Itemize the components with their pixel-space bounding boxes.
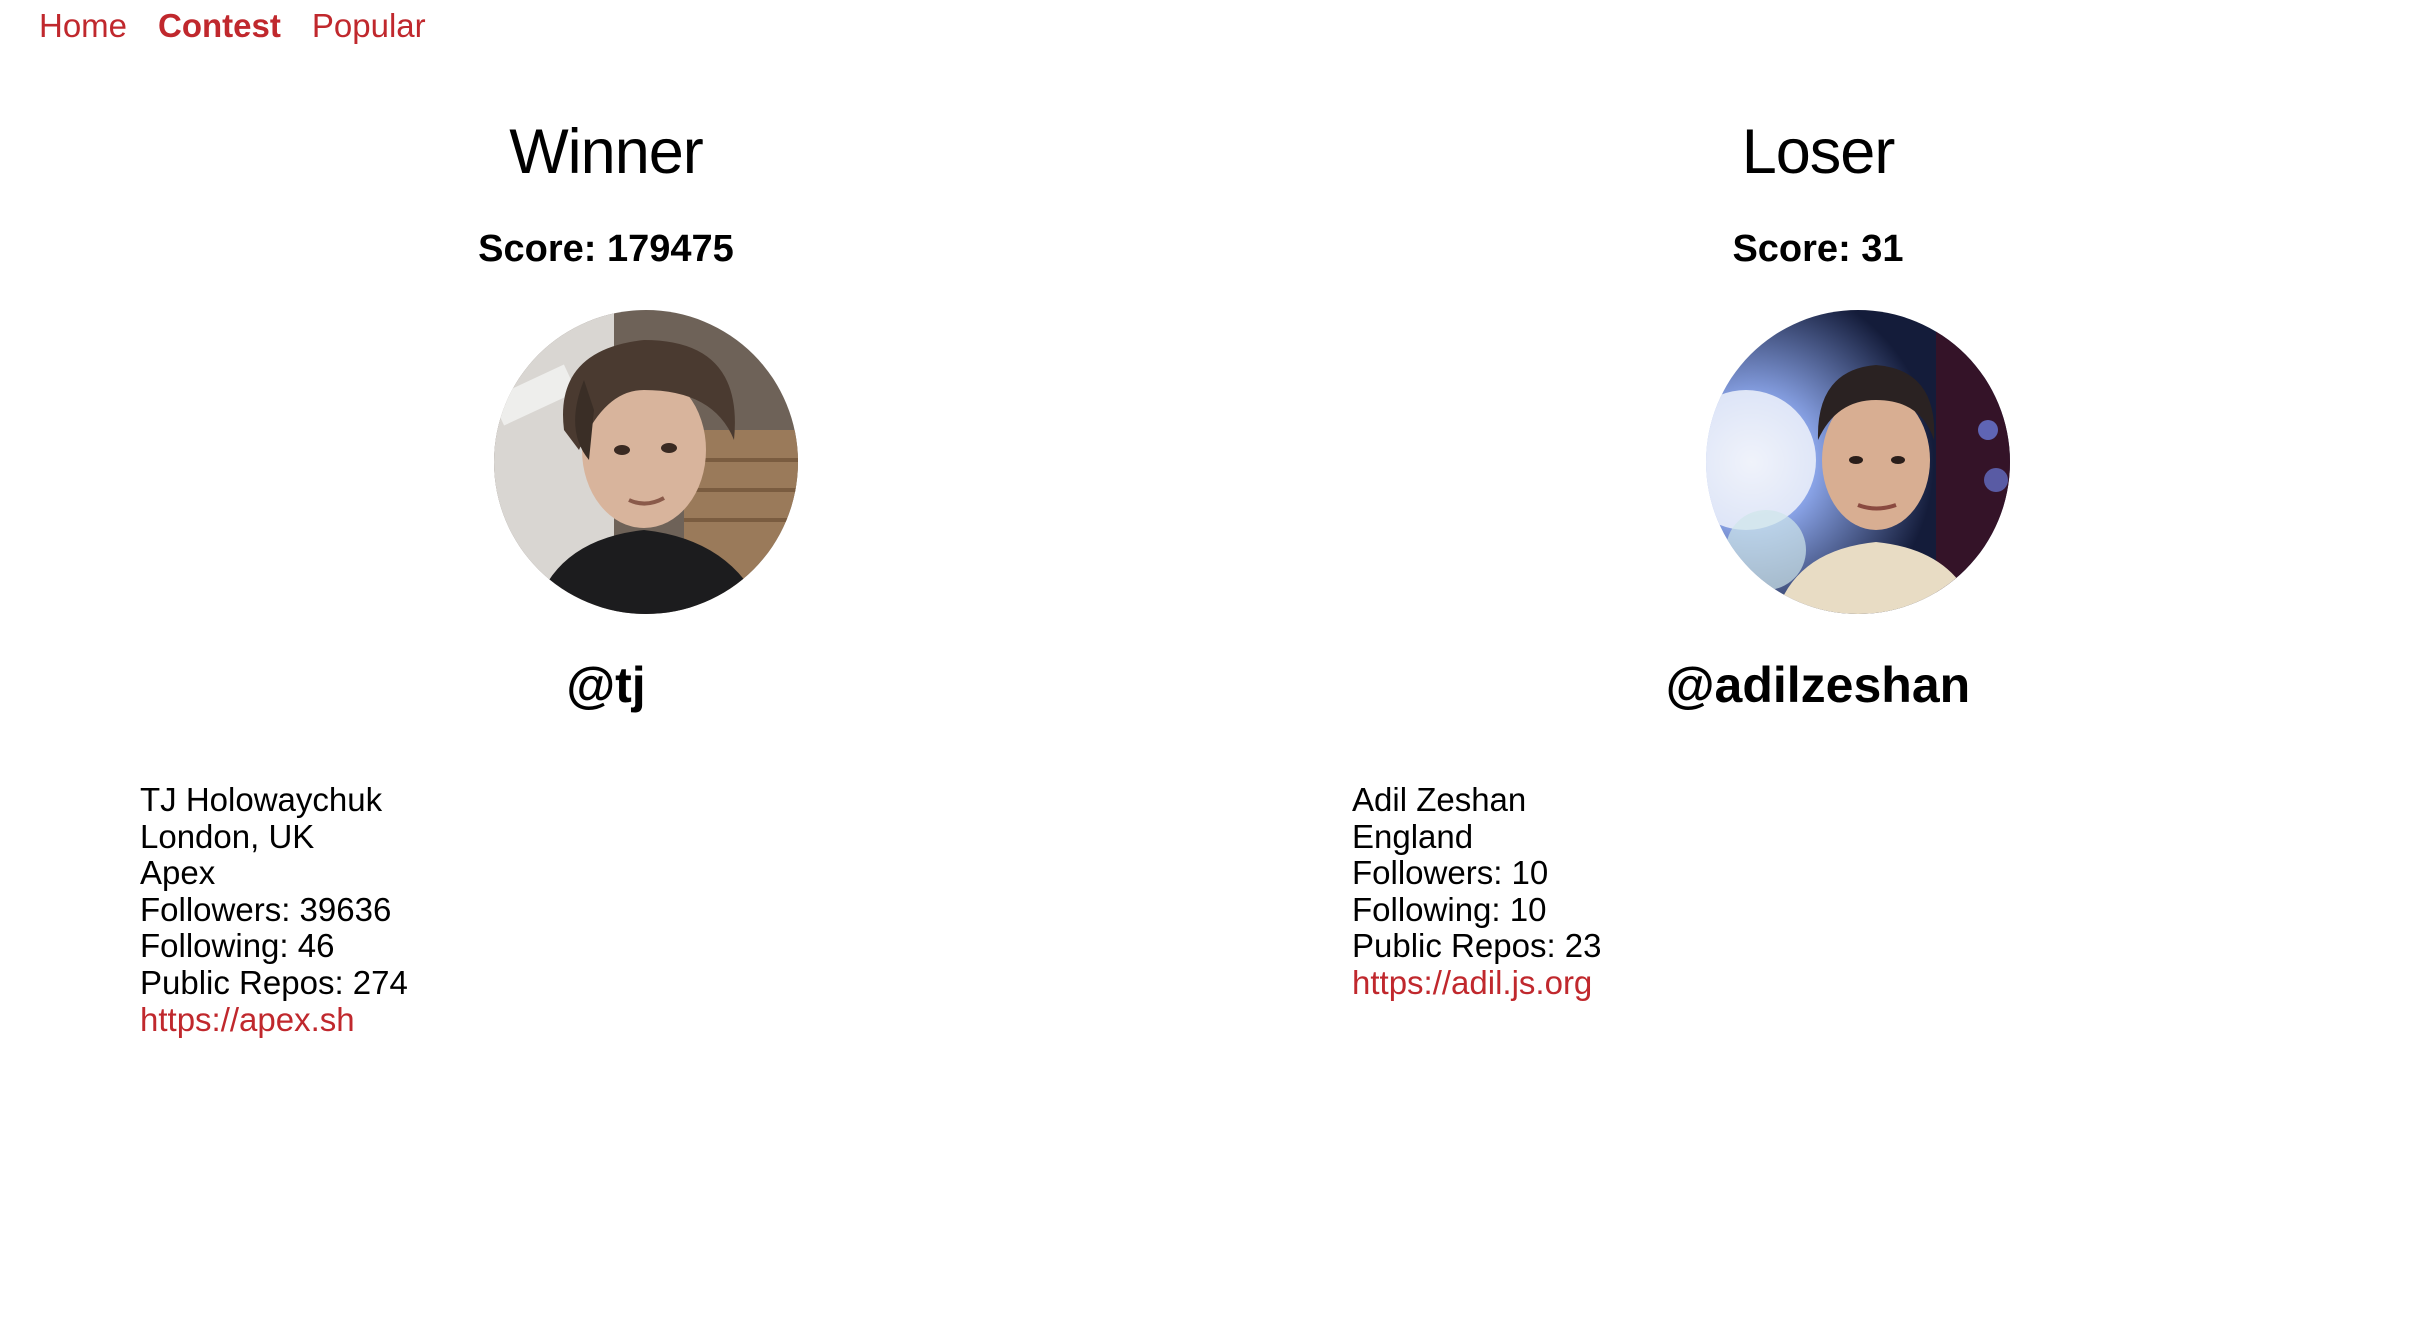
- winner-public-repos: Public Repos: 274: [140, 963, 408, 1001]
- winner-score: Score: 179475: [478, 228, 734, 270]
- nav-popular-link[interactable]: Popular: [312, 6, 426, 46]
- loser-details: Adil Zeshan England Followers: 10 Follow…: [1352, 781, 1602, 1002]
- winner-name: TJ Holowaychuk: [140, 781, 383, 818]
- winner-login: @tj: [566, 657, 646, 713]
- top-nav: Home Contest Popular: [39, 6, 426, 46]
- loser-name: Adil Zeshan: [1352, 781, 1527, 818]
- loser-blog-link[interactable]: https://adil.js.org: [1352, 964, 1592, 1001]
- loser-avatar-image: [1706, 310, 2010, 614]
- nav-home-link[interactable]: Home: [39, 6, 127, 46]
- loser-login: @adilzeshan: [1665, 657, 1971, 713]
- loser-score: Score: 31: [1732, 228, 1904, 270]
- winner-location: London, UK: [140, 817, 315, 855]
- winner-avatar-image: [494, 310, 798, 614]
- winner-following: Following: 46: [140, 927, 335, 965]
- loser-following: Following: 10: [1352, 890, 1547, 928]
- loser-followers: Followers: 10: [1352, 854, 1549, 892]
- loser-avatar: [1706, 310, 2010, 614]
- winner-blog-item: https://apex.sh: [140, 1001, 408, 1039]
- winner-avatar: [494, 310, 798, 614]
- winner-heading: Winner: [509, 117, 704, 187]
- nav-contest-link[interactable]: Contest: [158, 6, 281, 46]
- loser-location: England: [1352, 817, 1474, 855]
- winner-followers: Followers: 39636: [140, 890, 392, 928]
- loser-heading: Loser: [1741, 117, 1896, 187]
- winner-company: Apex: [140, 854, 216, 892]
- winner-blog-link[interactable]: https://apex.sh: [140, 1001, 355, 1038]
- loser-public-repos: Public Repos: 23: [1352, 927, 1602, 965]
- loser-blog-item: https://adil.js.org: [1352, 964, 1601, 1002]
- winner-details: TJ Holowaychuk London, UK Apex Followers…: [140, 781, 408, 1039]
